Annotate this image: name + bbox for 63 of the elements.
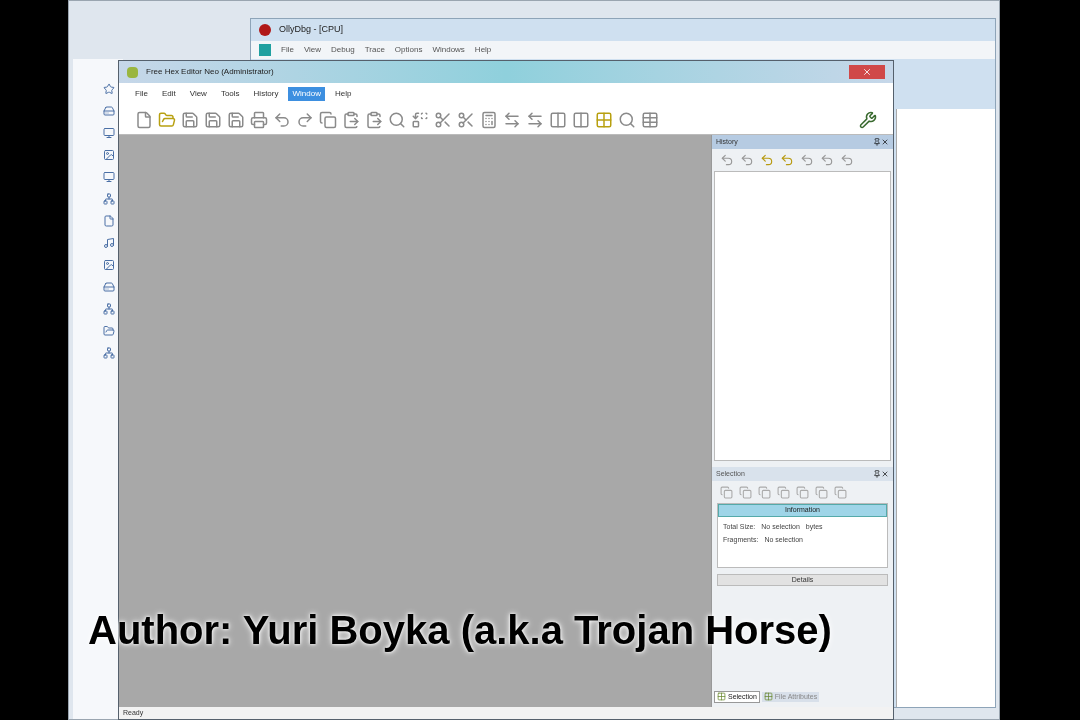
toolbar-icon[interactable] bbox=[457, 110, 475, 129]
menu-item[interactable]: View bbox=[303, 44, 322, 56]
menu-item[interactable]: Options bbox=[394, 44, 423, 56]
history-icon[interactable] bbox=[800, 153, 814, 167]
toolbar-icon[interactable] bbox=[572, 110, 590, 129]
toolbar-icon[interactable] bbox=[618, 110, 636, 129]
history-icon[interactable] bbox=[740, 153, 754, 167]
toolbar-icon[interactable] bbox=[503, 110, 521, 129]
menu-item[interactable]: History bbox=[249, 87, 283, 101]
toolbar-icon[interactable] bbox=[595, 110, 613, 129]
toolbar-icon[interactable] bbox=[204, 110, 222, 129]
toolbar-icon[interactable] bbox=[319, 110, 337, 129]
close-icon[interactable] bbox=[881, 138, 889, 146]
menu-item[interactable]: Trace bbox=[364, 44, 385, 56]
selection-icon[interactable] bbox=[815, 485, 828, 499]
selection-icon[interactable] bbox=[758, 485, 771, 499]
menu-item[interactable]: Tools bbox=[216, 87, 244, 101]
toolbar-icon[interactable] bbox=[388, 110, 406, 129]
toolbar-icon[interactable] bbox=[641, 110, 659, 129]
history-icon[interactable] bbox=[820, 153, 834, 167]
menu-item[interactable]: Edit bbox=[157, 87, 180, 101]
menu-item[interactable]: File bbox=[131, 87, 152, 101]
toolbar-icon[interactable] bbox=[250, 110, 268, 129]
wrench-icon[interactable] bbox=[859, 110, 877, 129]
menu-item[interactable]: Windows bbox=[432, 44, 465, 56]
toolbar-icon[interactable] bbox=[526, 110, 544, 129]
pin-icon[interactable] bbox=[873, 470, 881, 478]
selection-icon[interactable] bbox=[796, 485, 809, 499]
toolbar-icon[interactable] bbox=[158, 110, 176, 129]
toolbar-icon[interactable] bbox=[411, 110, 429, 129]
close-button[interactable] bbox=[849, 65, 885, 79]
window-title: OllyDbg - [CPU] bbox=[279, 23, 343, 37]
history-icon[interactable] bbox=[760, 153, 774, 167]
window-title: Free Hex Editor Neo (Administrator) bbox=[146, 66, 274, 78]
selection-icon[interactable] bbox=[739, 485, 752, 499]
pin-icon[interactable] bbox=[873, 138, 881, 146]
menu-item[interactable]: Debug bbox=[331, 44, 355, 56]
toolbar-icon[interactable] bbox=[480, 110, 498, 129]
menu-item[interactable]: Help bbox=[474, 44, 492, 56]
toolbar-icon[interactable] bbox=[342, 110, 360, 129]
app-icon bbox=[259, 44, 271, 56]
toolbar-icon[interactable] bbox=[549, 110, 567, 129]
menu-item[interactable]: View bbox=[185, 87, 211, 101]
history-icon[interactable] bbox=[720, 153, 734, 167]
menu-item[interactable]: Help bbox=[330, 87, 356, 101]
selection-icon[interactable] bbox=[777, 485, 790, 499]
toolbar-icon[interactable] bbox=[365, 110, 383, 129]
close-icon[interactable] bbox=[881, 470, 889, 478]
toolbar-icon[interactable] bbox=[135, 110, 153, 129]
history-icon[interactable] bbox=[840, 153, 854, 167]
tab-icon bbox=[717, 692, 726, 702]
history-icon[interactable] bbox=[780, 153, 794, 167]
close-icon bbox=[862, 67, 872, 77]
toolbar-icon[interactable] bbox=[434, 110, 452, 129]
toolbar-icon[interactable] bbox=[181, 110, 199, 129]
toolbar-icon[interactable] bbox=[273, 110, 291, 129]
toolbar-icon[interactable] bbox=[296, 110, 314, 129]
tab-icon bbox=[763, 692, 773, 702]
menu-item[interactable]: File bbox=[281, 44, 294, 56]
selection-icon[interactable] bbox=[720, 485, 733, 499]
selection-icon[interactable] bbox=[834, 485, 847, 499]
toolbar-icon[interactable] bbox=[227, 110, 245, 129]
caption: Author: Yuri Boyka (a.k.a Trojan Horse) bbox=[88, 607, 832, 654]
